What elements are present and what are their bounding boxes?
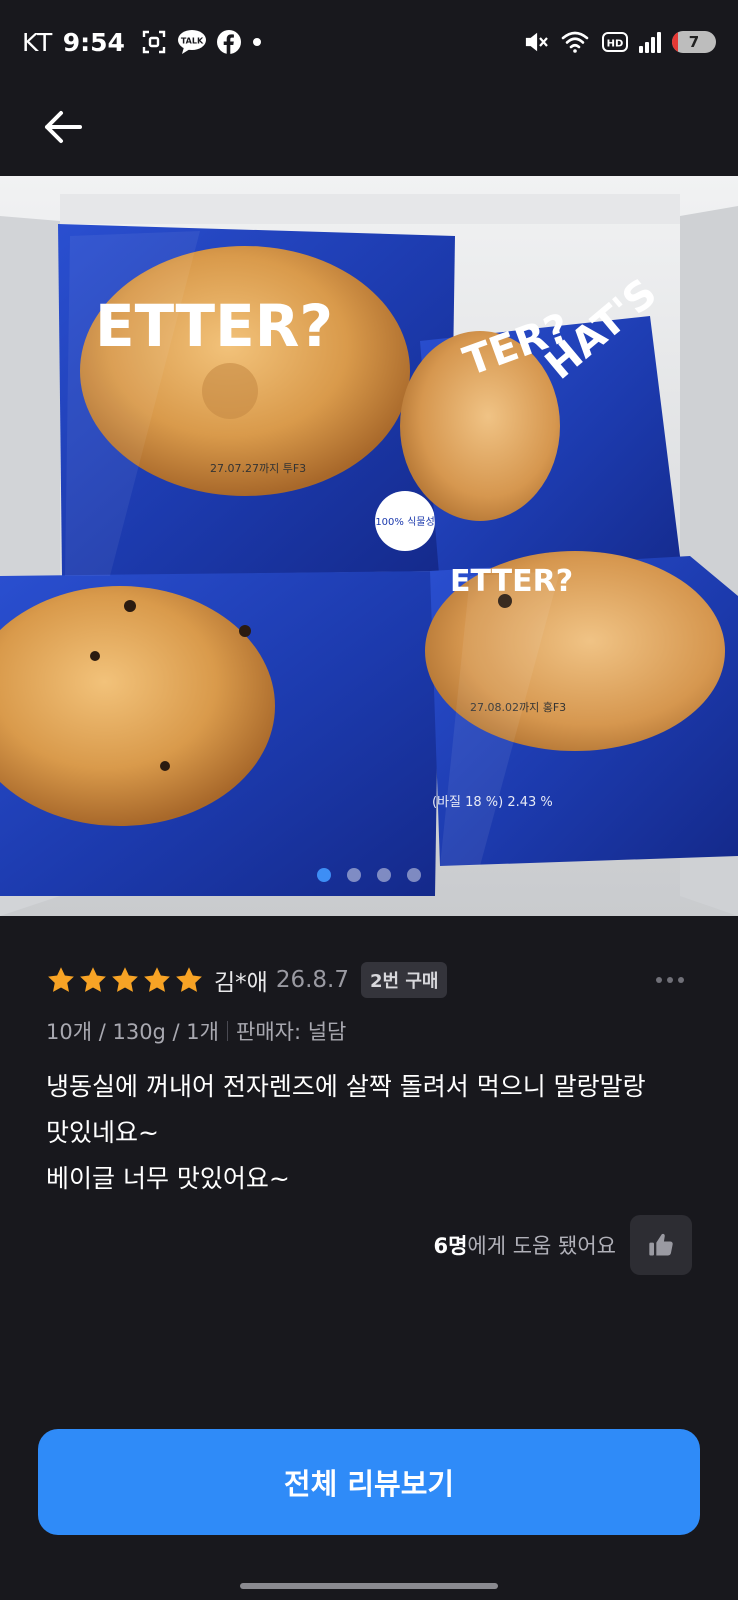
hd-icon: HD — [602, 31, 628, 53]
divider — [227, 1021, 228, 1041]
battery-level: 7 — [688, 33, 700, 51]
review-photo-image: ETTER? 27.07.27까지 투F3 100% 식물성 TER? HAT'… — [0, 176, 738, 916]
review-photo[interactable]: ETTER? 27.07.27까지 투F3 100% 식물성 TER? HAT'… — [0, 176, 738, 916]
more-options-button[interactable] — [648, 967, 692, 993]
review-text: 냉동실에 꺼내어 전자렌즈에 살짝 돌려서 먹으니 말랑말랑 맛있네요~ 베이글… — [46, 1064, 692, 1202]
photo-pagination — [0, 868, 738, 882]
home-indicator[interactable] — [240, 1583, 498, 1589]
helpful-button[interactable] — [630, 1215, 692, 1275]
facebook-icon — [216, 30, 241, 54]
review-text-line: 냉동실에 꺼내어 전자렌즈에 살짝 돌려서 먹으니 말랑말랑 — [46, 1072, 646, 1101]
status-right: HD 7 — [524, 29, 716, 55]
clock-time: 9:54 — [62, 27, 125, 57]
purchase-count-badge: 2번 구매 — [360, 962, 448, 998]
thumbs-up-icon — [649, 1233, 673, 1256]
package-badge: 100% 식물성 — [375, 516, 434, 528]
review-card: 김*애 26.8.7 2번 구매 10개 / 130g / 1개 판매자: 널담… — [46, 960, 692, 1275]
screenshot-icon — [141, 29, 167, 55]
mute-vibrate-icon — [524, 30, 550, 54]
pagination-dot[interactable] — [317, 868, 331, 882]
back-button[interactable] — [38, 104, 88, 150]
top-nav — [0, 84, 738, 176]
pagination-dot[interactable] — [407, 868, 421, 882]
view-all-reviews-button[interactable]: 전체 리뷰보기 — [38, 1429, 700, 1535]
seller-text: 판매자: 널담 — [236, 1020, 347, 1044]
hd-label: HD — [607, 39, 624, 50]
more-dot-icon — [656, 977, 662, 983]
star-icon — [176, 967, 202, 992]
review-text-line: 베이글 너무 맛있어요~ — [46, 1164, 290, 1193]
package-expiry-1: 27.07.27까지 투F3 — [210, 462, 306, 475]
status-bar: KT 9:54 TALK HD 7 — [0, 0, 738, 84]
pagination-dot[interactable] — [377, 868, 391, 882]
wifi-icon — [560, 29, 592, 55]
helpful-text: 6명에게 도움 됐어요 — [433, 1230, 616, 1260]
helpful-row: 6명에게 도움 됐어요 — [46, 1215, 692, 1275]
carrier-label: KT — [22, 27, 53, 57]
helpful-count: 6명 — [433, 1234, 468, 1258]
kakaotalk-icon: TALK — [177, 29, 207, 55]
star-icon — [48, 967, 74, 992]
kakao-label: TALK — [181, 37, 204, 46]
signal-icon — [638, 30, 662, 54]
dot-icon — [251, 36, 263, 48]
review-detail-screen: KT 9:54 TALK HD 7 ETTER? 27.07.27까지 투F3 … — [0, 0, 738, 1600]
more-dot-icon — [678, 977, 684, 983]
helpful-suffix: 에게 도움 됐어요 — [467, 1234, 616, 1258]
more-dot-icon — [667, 977, 673, 983]
status-left: KT 9:54 TALK — [22, 28, 263, 57]
rating-row: 김*애 26.8.7 2번 구매 — [46, 960, 692, 1000]
pagination-dot[interactable] — [347, 868, 361, 882]
battery-icon: 7 — [672, 31, 716, 53]
star-icon — [112, 967, 138, 992]
review-date: 26.8.7 — [275, 967, 349, 993]
option-text: 10개 / 130g / 1개 — [46, 1020, 219, 1044]
arrow-left-icon — [45, 111, 82, 143]
purchase-option: 10개 / 130g / 1개 판매자: 널담 — [46, 1016, 692, 1046]
star-rating — [46, 965, 204, 995]
star-icon — [144, 967, 170, 992]
star-icon — [80, 967, 106, 992]
reviewer-name: 김*애 — [214, 970, 268, 996]
review-text-line: 맛있네요~ — [46, 1118, 159, 1147]
